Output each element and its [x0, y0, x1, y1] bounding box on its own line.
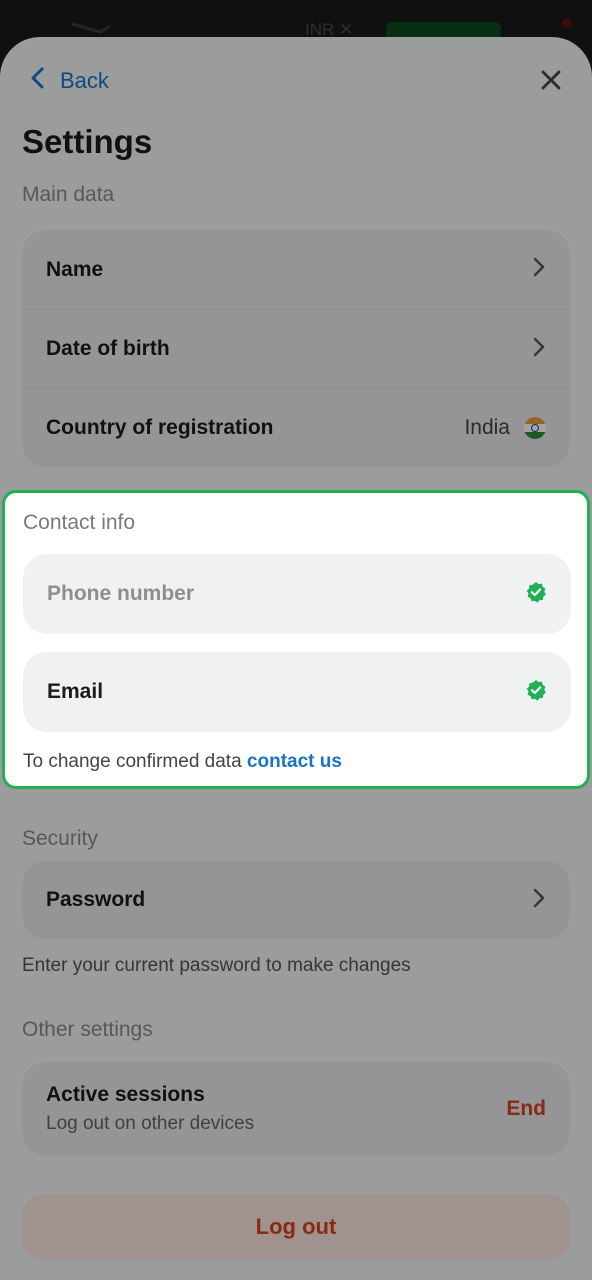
- phone-number-label: Phone number: [47, 582, 195, 605]
- verified-check-icon: [525, 581, 547, 608]
- page-title: Settings: [22, 123, 153, 160]
- active-sessions-subtitle: Log out on other devices: [46, 1113, 255, 1134]
- contact-info-section: Contact info Phone number Email To chang…: [2, 490, 590, 789]
- sheet-header: Back: [0, 37, 592, 127]
- chevron-right-icon: [532, 337, 546, 362]
- date-of-birth-row[interactable]: Date of birth: [22, 309, 570, 388]
- section-label-main-data: Main data: [22, 183, 115, 206]
- country-label: Country of registration: [46, 416, 274, 439]
- security-card: Password: [22, 861, 570, 939]
- date-of-birth-label: Date of birth: [46, 337, 170, 360]
- country-row: Country of registration India: [22, 388, 570, 467]
- password-label: Password: [46, 888, 146, 911]
- section-label-other-settings: Other settings: [22, 1018, 153, 1041]
- chevron-right-icon: [532, 888, 546, 913]
- active-sessions-row: Active sessions Log out on other devices…: [22, 1062, 570, 1156]
- end-sessions-button[interactable]: End: [506, 1097, 546, 1121]
- contact-us-link[interactable]: contact us: [247, 751, 342, 772]
- name-label: Name: [46, 257, 104, 281]
- contact-note: To change confirmed data contact us: [23, 751, 342, 773]
- section-label-security: Security: [22, 827, 98, 850]
- password-helper-text: Enter your current password to make chan…: [22, 955, 411, 976]
- email-field[interactable]: Email: [23, 652, 571, 732]
- background-notification-dot: [562, 18, 572, 28]
- name-row[interactable]: Name: [22, 230, 570, 309]
- main-data-card: Name Date of birth Country of registrati…: [22, 230, 570, 467]
- verified-check-icon: [525, 679, 547, 706]
- contact-note-text: To change confirmed data: [23, 751, 242, 772]
- chevron-left-icon: [30, 67, 46, 95]
- phone-number-field[interactable]: Phone number: [23, 554, 571, 634]
- back-button[interactable]: Back: [30, 65, 109, 97]
- back-label: Back: [60, 68, 109, 93]
- background-logo: [70, 20, 130, 36]
- india-flag-icon: [524, 417, 546, 439]
- country-value: India: [464, 416, 510, 439]
- chevron-right-icon: [532, 257, 546, 282]
- password-row[interactable]: Password: [22, 861, 570, 939]
- logout-button[interactable]: Log out: [22, 1194, 570, 1260]
- active-sessions-card: Active sessions Log out on other devices…: [22, 1062, 570, 1156]
- email-label: Email: [47, 680, 104, 703]
- section-label-contact-info: Contact info: [23, 511, 136, 534]
- close-button[interactable]: [536, 67, 566, 97]
- active-sessions-label: Active sessions: [46, 1083, 205, 1106]
- close-icon: [540, 69, 562, 96]
